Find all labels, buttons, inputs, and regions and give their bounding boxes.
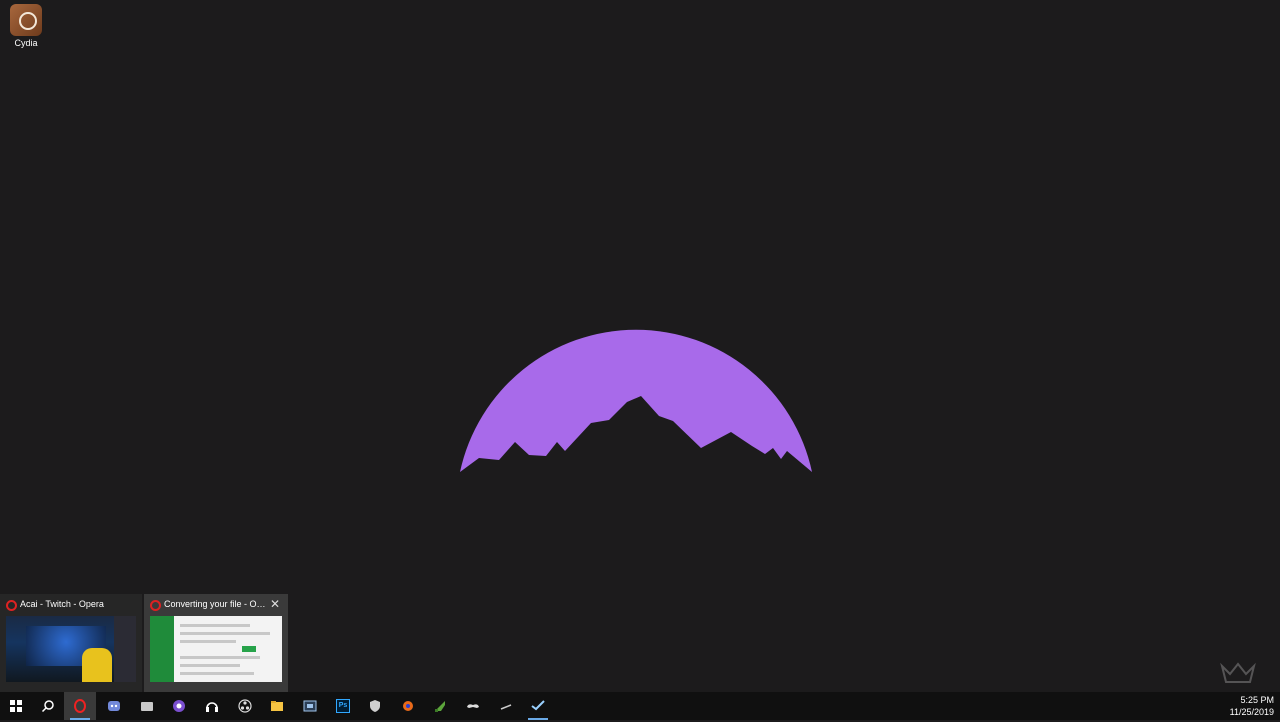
opera-icon	[150, 600, 161, 611]
folder-icon	[141, 702, 153, 711]
pen-icon	[500, 704, 512, 710]
window-preview-converting[interactable]: Converting your file - Op... ✕	[144, 594, 288, 692]
search-button[interactable]	[32, 692, 64, 720]
discord-icon	[108, 701, 120, 711]
file-explorer-icon	[271, 701, 283, 711]
close-icon[interactable]: ✕	[268, 594, 282, 614]
taskbar-app-15[interactable]	[457, 692, 489, 720]
controller-icon	[467, 704, 479, 708]
clock-time: 5:25 PM	[1240, 695, 1274, 705]
taskbar-minecraft[interactable]	[424, 692, 456, 720]
wallpaper-moon-mountain	[460, 329, 812, 476]
window-preview-title: Converting your file - Op...	[164, 599, 270, 609]
taskbar-video-editor[interactable]	[294, 692, 326, 720]
window-preview-title: Acai - Twitch - Opera	[20, 599, 104, 609]
headset-icon	[206, 702, 218, 712]
taskbar-app-5[interactable]	[163, 692, 195, 720]
opera-icon	[6, 600, 17, 611]
taskbar-app-16[interactable]	[490, 692, 522, 720]
cydia-icon	[10, 4, 42, 36]
taskbar-headphones[interactable]	[196, 692, 228, 720]
system-clock[interactable]: 5:25 PM 11/25/2019	[1230, 692, 1274, 722]
taskbar: Ps	[0, 692, 1280, 720]
windows-logo-icon	[10, 700, 22, 712]
steam-icon	[531, 700, 545, 711]
taskbar-discord[interactable]	[98, 692, 130, 720]
taskbar-app-13[interactable]	[392, 692, 424, 720]
window-thumbnail[interactable]	[150, 616, 282, 682]
window-preview-twitch[interactable]: Acai - Twitch - Opera	[0, 594, 142, 692]
taskbar-opera[interactable]	[64, 692, 96, 720]
taskbar-steam[interactable]	[522, 692, 554, 720]
search-icon	[41, 700, 54, 713]
taskbar-app-12[interactable]	[359, 692, 391, 720]
clock-date: 11/25/2019	[1229, 707, 1274, 717]
watermark-icon	[1220, 662, 1256, 683]
desktop-shortcut-cydia[interactable]: Cydia	[6, 4, 46, 48]
taskbar-obs[interactable]	[229, 692, 261, 720]
purple-circle-icon	[173, 700, 185, 712]
opera-icon	[74, 699, 86, 713]
photoshop-icon: Ps	[336, 699, 350, 713]
desktop: Cydia	[0, 0, 1280, 692]
shield-icon	[370, 700, 380, 712]
orange-game-icon	[403, 701, 413, 711]
minecraft-icon	[435, 701, 445, 712]
taskbar-file-explorer[interactable]	[261, 692, 293, 720]
taskbar-files[interactable]	[131, 692, 163, 720]
film-icon	[303, 700, 317, 712]
window-thumbnail[interactable]	[6, 616, 136, 682]
desktop-shortcut-label: Cydia	[14, 38, 38, 48]
obs-icon	[238, 699, 252, 713]
taskbar-photoshop[interactable]: Ps	[327, 692, 359, 720]
start-button[interactable]	[0, 692, 32, 720]
